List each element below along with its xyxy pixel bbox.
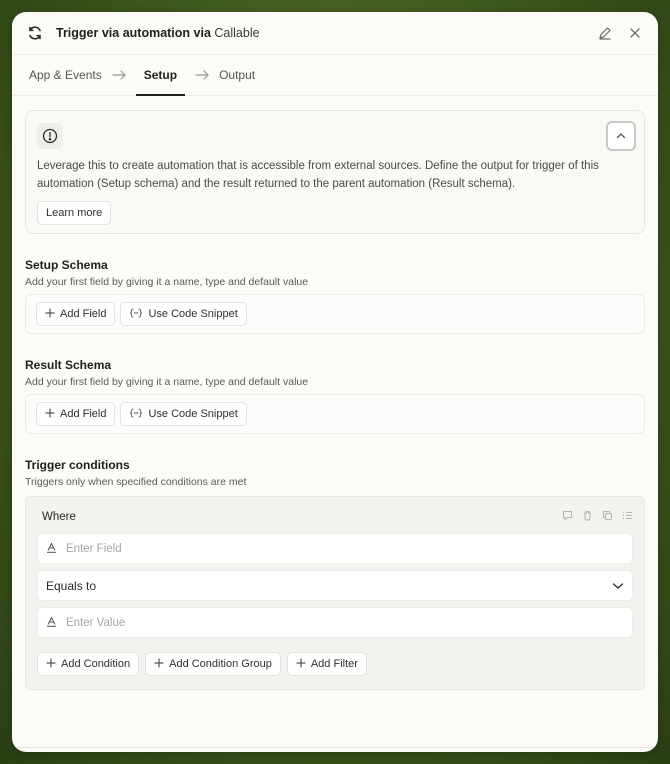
- comment-icon[interactable]: [562, 508, 573, 526]
- enter-field-input[interactable]: Enter Field: [37, 533, 633, 564]
- info-card: Leverage this to create automation that …: [25, 110, 645, 234]
- operator-select[interactable]: Equals to: [37, 570, 633, 601]
- add-field-button[interactable]: Add Field: [36, 302, 116, 326]
- button-label: Add Condition: [61, 658, 131, 670]
- title-brand: Callable: [214, 26, 260, 40]
- info-description: Leverage this to create automation that …: [37, 160, 599, 190]
- code-braces-icon: [129, 408, 143, 421]
- tab-app-events[interactable]: App & Events: [29, 55, 102, 95]
- condition-group-header: Where: [37, 507, 633, 527]
- setup-schema-subtitle: Add your first field by giving it a name…: [25, 276, 309, 288]
- edit-icon[interactable]: [596, 24, 614, 42]
- tab-setup[interactable]: Setup: [135, 55, 186, 96]
- title-text: Trigger via automation via: [56, 26, 211, 40]
- setup-schema-fields: Add Field Use Code Snippet: [25, 294, 645, 334]
- value-placeholder: Enter Value: [66, 616, 126, 629]
- panel-title: Trigger via automation via Callable: [56, 26, 260, 40]
- trigger-conditions-section: Trigger conditions Triggers only when sp…: [25, 458, 645, 690]
- button-label: Learn more: [46, 207, 103, 219]
- step-tabs: App & Events Setup Output: [12, 55, 658, 96]
- chevron-up-icon: [616, 127, 626, 145]
- chevron-down-icon: [612, 579, 624, 593]
- tab-label: App & Events: [29, 68, 102, 82]
- code-braces-icon: [129, 308, 143, 321]
- list-icon[interactable]: [622, 508, 633, 526]
- setup-schema-section: Setup Schema Add your first field by giv…: [25, 258, 645, 334]
- refresh-icon: [26, 24, 44, 42]
- result-schema-fields: Add Field Use Code Snippet: [25, 394, 645, 434]
- use-code-snippet-button[interactable]: Use Code Snippet: [120, 402, 247, 426]
- collapse-button[interactable]: [606, 121, 636, 151]
- result-schema-subtitle: Add your first field by giving it a name…: [25, 376, 309, 388]
- condition-group: Where Enter Field Equals to Enter Value …: [25, 496, 645, 690]
- result-schema-title: Result Schema: [25, 358, 112, 372]
- button-label: Add Field: [60, 308, 107, 320]
- text-type-icon: [46, 615, 57, 630]
- text-type-icon: [46, 541, 57, 556]
- tab-label: Output: [219, 68, 256, 82]
- tab-label: Setup: [143, 68, 178, 82]
- enter-value-input[interactable]: Enter Value: [37, 607, 633, 638]
- plus-icon: [296, 657, 306, 671]
- add-condition-group-button[interactable]: Add Condition Group: [145, 652, 281, 676]
- arrow-right-icon: [102, 55, 136, 95]
- where-label: Where: [42, 511, 76, 523]
- learn-more-button[interactable]: Learn more: [37, 201, 112, 225]
- copy-icon[interactable]: [602, 508, 613, 526]
- add-field-button[interactable]: Add Field: [36, 402, 116, 426]
- tab-output[interactable]: Output: [219, 55, 255, 95]
- trigger-conditions-title: Trigger conditions: [25, 458, 130, 472]
- setup-schema-title: Setup Schema: [25, 258, 108, 272]
- field-placeholder: Enter Field: [66, 542, 122, 555]
- close-icon[interactable]: [626, 24, 644, 42]
- setup-content: Leverage this to create automation that …: [12, 96, 658, 704]
- button-label: Add Field: [60, 408, 107, 420]
- arrow-right-icon: [185, 55, 219, 95]
- info-icon: [37, 123, 63, 149]
- button-label: Use Code Snippet: [148, 308, 238, 320]
- button-label: Add Condition Group: [169, 658, 272, 670]
- panel-header: Trigger via automation via Callable: [12, 12, 658, 55]
- trigger-conditions-subtitle: Triggers only when specified conditions …: [25, 476, 247, 488]
- plus-icon: [45, 407, 55, 421]
- add-filter-button[interactable]: Add Filter: [286, 652, 367, 676]
- plus-icon: [46, 657, 56, 671]
- button-label: Add Filter: [310, 658, 358, 670]
- button-label: Use Code Snippet: [148, 408, 238, 420]
- plus-icon: [45, 307, 55, 321]
- plus-icon: [154, 657, 164, 671]
- condition-tools: [562, 508, 633, 526]
- use-code-snippet-button[interactable]: Use Code Snippet: [120, 302, 247, 326]
- trash-icon[interactable]: [582, 508, 593, 526]
- add-condition-button[interactable]: Add Condition: [37, 652, 140, 676]
- operator-value: Equals to: [46, 578, 97, 593]
- condition-actions: Add Condition Add Condition Group Add Fi…: [37, 652, 633, 676]
- result-schema-section: Result Schema Add your first field by gi…: [25, 358, 645, 434]
- footer-divider: [12, 747, 658, 748]
- trigger-panel: Trigger via automation via Callable App …: [12, 12, 658, 752]
